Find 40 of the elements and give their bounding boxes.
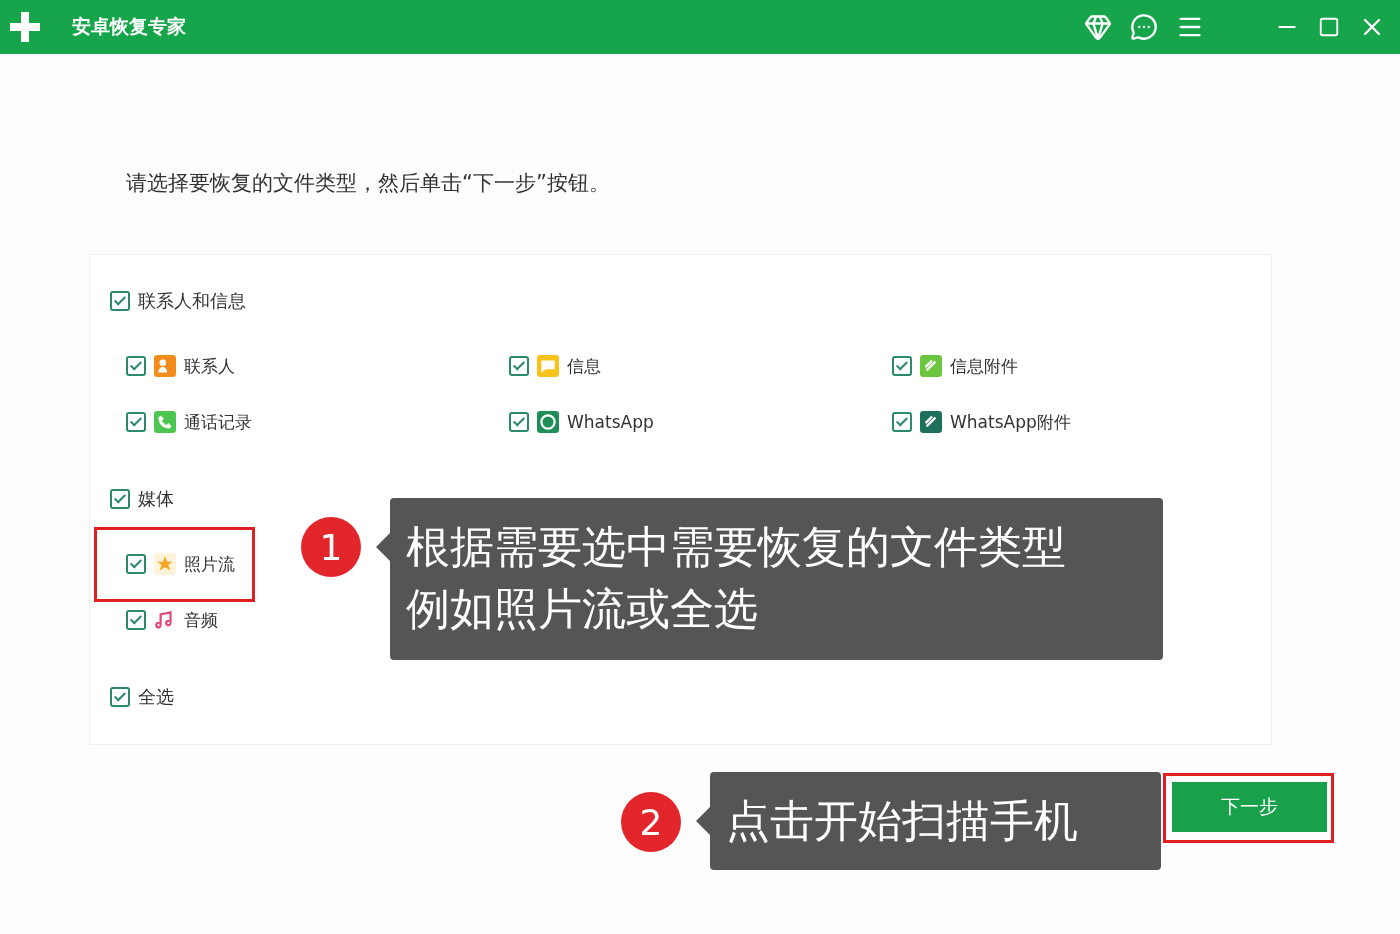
file-type-label: 联系人 <box>184 354 235 378</box>
cross-logo-icon <box>8 10 42 44</box>
chat-icon[interactable] <box>1130 13 1158 41</box>
chat-bubble-icon <box>537 411 559 433</box>
contact-icon <box>154 355 176 377</box>
file-type-label: 照片流 <box>184 552 235 576</box>
checkbox[interactable] <box>126 412 146 432</box>
paperclip-icon <box>920 411 942 433</box>
message-icon <box>537 355 559 377</box>
file-type-label: 信息 <box>567 354 601 378</box>
checkbox[interactable] <box>892 356 912 376</box>
instruction-text: 请选择要恢复的文件类型，然后单击“下一步”按钮。 <box>126 170 611 197</box>
checkbox[interactable] <box>126 554 146 574</box>
annotation-callout: 根据需要选中需要恢复的文件类型 例如照片流或全选 <box>390 498 1163 660</box>
group-label: 媒体 <box>138 487 174 511</box>
select-all-label: 全选 <box>138 685 174 709</box>
file-type-label: 通话记录 <box>184 410 252 434</box>
callout-pointer <box>376 533 390 561</box>
checkbox[interactable] <box>110 687 130 707</box>
checkbox[interactable] <box>110 489 130 509</box>
paperclip-icon <box>920 355 942 377</box>
phone-icon <box>154 411 176 433</box>
window-title: 安卓恢复专家 <box>72 14 187 39</box>
checkbox[interactable] <box>126 356 146 376</box>
annotation-callout: 点击开始扫描手机 <box>710 772 1161 870</box>
group-label: 联系人和信息 <box>138 289 246 313</box>
checkbox[interactable] <box>892 412 912 432</box>
diamond-icon[interactable] <box>1084 13 1112 41</box>
file-type-label: 音频 <box>184 608 218 632</box>
file-type-label: WhatsApp附件 <box>950 410 1071 434</box>
checkbox[interactable] <box>126 610 146 630</box>
step-number-badge: 2 <box>621 792 681 852</box>
checkbox[interactable] <box>110 291 130 311</box>
next-button[interactable]: 下一步 <box>1172 782 1327 832</box>
maximize-icon[interactable] <box>1318 16 1340 38</box>
callout-pointer <box>696 807 710 835</box>
checkbox[interactable] <box>509 412 529 432</box>
file-type-label: 信息附件 <box>950 354 1018 378</box>
file-type-label: WhatsApp <box>567 412 654 432</box>
checkbox[interactable] <box>509 356 529 376</box>
